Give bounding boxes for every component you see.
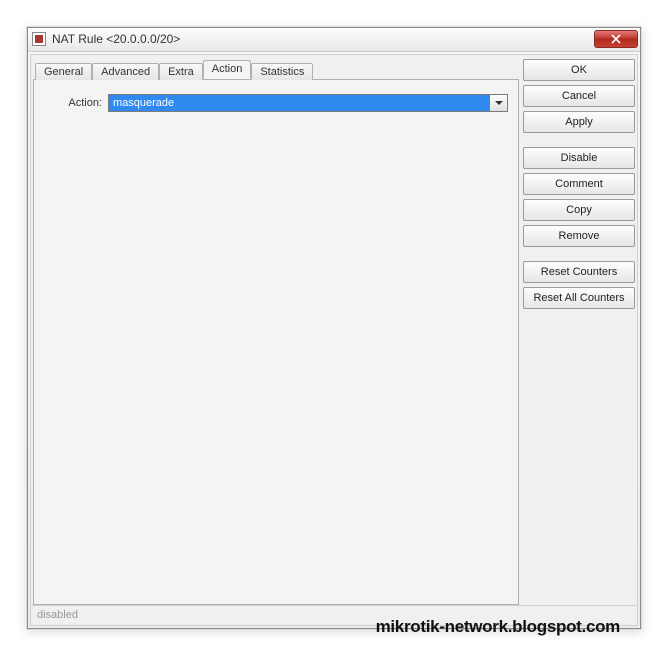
remove-button[interactable]: Remove (523, 225, 635, 247)
tab-action[interactable]: Action (203, 60, 252, 79)
window-frame: NAT Rule <20.0.0.0/20> General Advanced … (27, 27, 641, 629)
tab-advanced[interactable]: Advanced (92, 63, 159, 80)
tabs-area: General Advanced Extra Action Statistics… (33, 57, 519, 605)
tabstrip: General Advanced Extra Action Statistics (33, 57, 519, 79)
chevron-down-icon (495, 101, 503, 105)
copy-button[interactable]: Copy (523, 199, 635, 221)
watermark: mikrotik-network.blogspot.com (376, 617, 620, 637)
action-dropdown-button[interactable] (490, 94, 508, 112)
close-icon (611, 34, 621, 44)
action-label: Action: (44, 97, 102, 109)
titlebar: NAT Rule <20.0.0.0/20> (28, 28, 640, 52)
tab-panel-action: Action: masquerade (33, 79, 519, 605)
action-select[interactable]: masquerade (108, 94, 508, 112)
tab-general[interactable]: General (35, 63, 92, 80)
action-row: Action: masquerade (44, 94, 508, 112)
app-icon (32, 32, 46, 46)
disable-button[interactable]: Disable (523, 147, 635, 169)
tab-statistics[interactable]: Statistics (251, 63, 313, 80)
apply-button[interactable]: Apply (523, 111, 635, 133)
client-area: General Advanced Extra Action Statistics… (30, 54, 638, 626)
tab-extra[interactable]: Extra (159, 63, 203, 80)
ok-button[interactable]: OK (523, 59, 635, 81)
reset-counters-button[interactable]: Reset Counters (523, 261, 635, 283)
buttons-column: OK Cancel Apply Disable Comment Copy Rem… (523, 57, 635, 605)
cancel-button[interactable]: Cancel (523, 85, 635, 107)
window-title: NAT Rule <20.0.0.0/20> (52, 32, 594, 46)
status-text: disabled (37, 609, 78, 621)
reset-all-counters-button[interactable]: Reset All Counters (523, 287, 635, 309)
comment-button[interactable]: Comment (523, 173, 635, 195)
close-button[interactable] (594, 30, 638, 48)
action-value[interactable]: masquerade (108, 94, 490, 112)
